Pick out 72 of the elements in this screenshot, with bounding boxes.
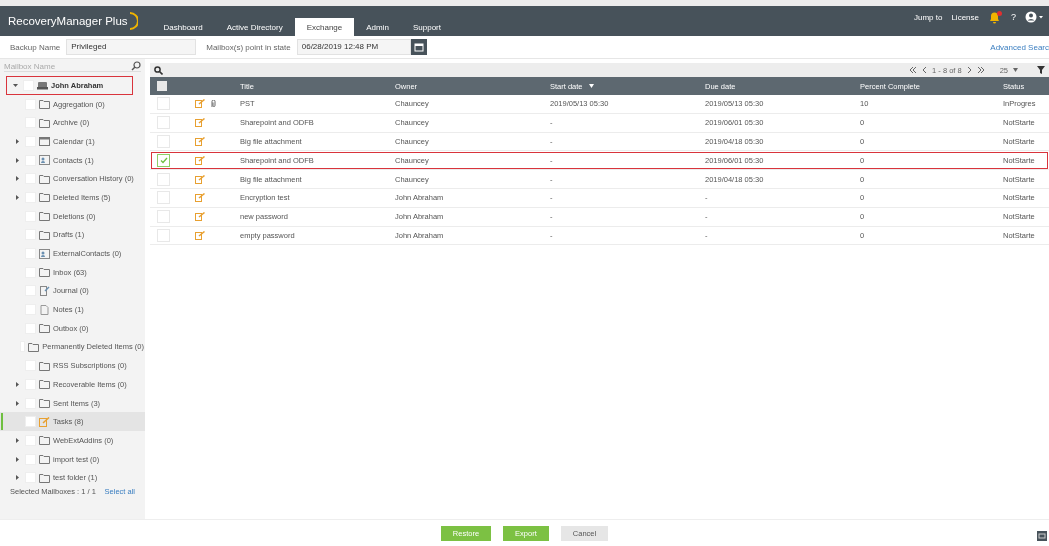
folder-icon (39, 323, 50, 334)
header-link[interactable]: License (951, 12, 979, 22)
backup-name-field[interactable]: Privileged (66, 39, 197, 55)
contact-card-icon (39, 248, 50, 259)
folder-icon (39, 173, 50, 184)
expand-arrow-icon[interactable] (15, 157, 20, 163)
search-icon (131, 61, 141, 71)
task-icon (39, 416, 50, 427)
folder-icon (39, 192, 50, 203)
folder-icon (39, 267, 50, 278)
first-page-icon[interactable] (909, 67, 918, 73)
task-icon (195, 174, 205, 184)
next-page-icon[interactable] (966, 67, 972, 73)
logo-arc-icon (127, 12, 138, 30)
journal-icon (39, 285, 50, 296)
row-checkbox[interactable] (157, 153, 170, 167)
mailbox-icon (37, 80, 48, 91)
date-field[interactable]: 06/28/2019 12:48 PM (296, 39, 411, 55)
nav-tab[interactable]: Admin (354, 18, 401, 36)
mailbox-search-field[interactable]: Mailbox Name (4, 61, 131, 71)
expand-arrow-icon[interactable] (15, 400, 20, 406)
folder-icon (39, 117, 50, 128)
task-icon (195, 118, 205, 128)
chat-icon[interactable] (1037, 531, 1047, 541)
filter-icon[interactable] (1037, 66, 1045, 74)
folder-icon (39, 379, 50, 390)
folder-icon (39, 211, 50, 222)
expand-arrow-icon[interactable] (15, 138, 20, 144)
tree-checkbox[interactable] (25, 416, 36, 428)
task-icon (195, 137, 205, 146)
select-all-checkbox[interactable] (157, 81, 167, 91)
point-in-state-label: Mailbox(s) point in state (206, 42, 291, 52)
app-logo: RecoveryManager Plus (8, 15, 128, 27)
header-link[interactable]: Jump to (913, 12, 943, 22)
expand-arrow-icon[interactable] (15, 456, 20, 462)
task-icon (195, 155, 205, 165)
folder-icon (39, 360, 50, 371)
folder-icon (39, 229, 50, 240)
task-icon (195, 230, 205, 240)
contact-card-icon (39, 155, 50, 166)
backup-name-label: Backup Name (10, 42, 61, 52)
search-icon[interactable] (154, 65, 163, 75)
user-account-icon[interactable] (1025, 11, 1045, 23)
nav-tab[interactable]: Support (400, 18, 453, 36)
calendar-icon (39, 136, 50, 147)
folder-icon (39, 454, 50, 465)
folder-icon (39, 398, 50, 409)
notification-bell-icon[interactable] (988, 10, 1002, 24)
collapse-arrow-icon[interactable] (13, 82, 18, 88)
expand-arrow-icon[interactable] (15, 437, 20, 443)
task-icon (195, 99, 205, 109)
expand-arrow-icon[interactable] (15, 176, 20, 182)
folder-icon (28, 341, 40, 352)
note-icon (39, 304, 50, 315)
folder-icon (39, 472, 50, 483)
attachment-icon (211, 99, 216, 108)
task-icon (195, 212, 205, 222)
expand-arrow-icon[interactable] (15, 475, 20, 481)
help-link[interactable]: ? (1011, 12, 1016, 22)
nav-tab[interactable]: Dashboard (151, 18, 215, 36)
folder-icon (39, 435, 50, 446)
last-page-icon[interactable] (976, 67, 985, 73)
expand-arrow-icon[interactable] (15, 381, 20, 387)
advanced-search-link[interactable]: Advanced Searc (990, 42, 1049, 52)
folder-icon (39, 99, 50, 110)
nav-tab[interactable]: Exchange (294, 18, 355, 36)
previous-page-icon[interactable] (922, 67, 928, 73)
nav-tab[interactable]: Active Directory (214, 18, 295, 36)
dropdown-caret-icon[interactable] (1013, 68, 1018, 72)
expand-arrow-icon[interactable] (15, 194, 20, 200)
task-icon (195, 193, 205, 203)
sort-caret-icon[interactable] (588, 84, 594, 88)
